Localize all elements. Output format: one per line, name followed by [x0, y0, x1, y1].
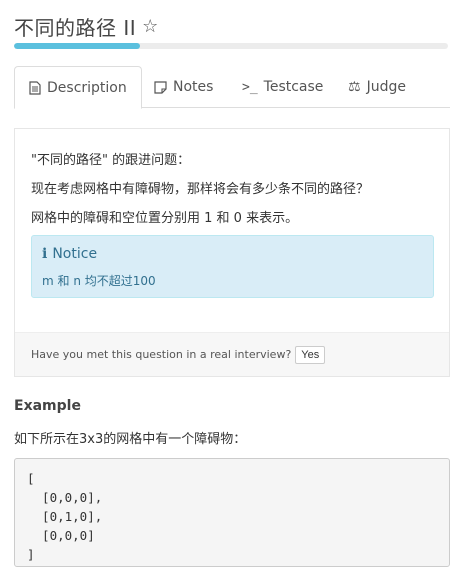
yes-button[interactable]: Yes: [295, 345, 326, 364]
tab-label: Judge: [366, 79, 406, 95]
description-line: 网格中的障碍和空位置分别用 1 和 0 来表示。: [31, 211, 299, 226]
example-code-block: [ [0,0,0], [0,1,0], [0,0,0] ]: [14, 458, 450, 567]
tab-label: Notes: [173, 79, 214, 95]
scales-icon: ⚖: [348, 79, 361, 95]
problem-title: 不同的路径 II ☆: [14, 12, 159, 41]
tab-bar: Description Notes >_ Testcase ⚖ Judge: [14, 66, 450, 109]
problem-title-text: 不同的路径 II: [14, 16, 137, 40]
tab-testcase[interactable]: >_ Testcase: [228, 66, 337, 108]
tab-label: Testcase: [263, 79, 324, 95]
example-description: 如下所示在3x3的网格中有一个障碍物：: [14, 432, 247, 447]
notice-header: i Notice: [42, 246, 97, 262]
description-panel: "不同的路径" 的跟进问题： 现在考虑网格中有障碍物，那样将会有多少条不同的路径…: [14, 128, 450, 377]
progress-fill: [14, 43, 140, 49]
document-icon: [29, 80, 41, 95]
tab-judge[interactable]: ⚖ Judge: [334, 66, 420, 108]
notice-title: Notice: [52, 246, 98, 262]
tab-notes[interactable]: Notes: [140, 66, 227, 108]
progress-bar: [14, 43, 448, 49]
notice-text: m 和 n 均不超过100: [42, 274, 156, 288]
interview-footer: Have you met this question in a real int…: [15, 332, 449, 376]
tab-label: Description: [47, 79, 127, 96]
star-outline-icon[interactable]: ☆: [142, 16, 159, 37]
note-icon: [154, 80, 167, 94]
description-line: "不同的路径" 的跟进问题：: [31, 153, 191, 168]
info-icon: i: [42, 246, 48, 262]
example-heading: Example: [14, 398, 81, 414]
terminal-icon: >_: [242, 79, 258, 95]
notice-box: i Notice m 和 n 均不超过100: [31, 235, 434, 298]
interview-question: Have you met this question in a real int…: [31, 348, 292, 361]
description-line: 现在考虑网格中有障碍物，那样将会有多少条不同的路径？: [31, 182, 370, 197]
tab-description[interactable]: Description: [14, 66, 142, 109]
